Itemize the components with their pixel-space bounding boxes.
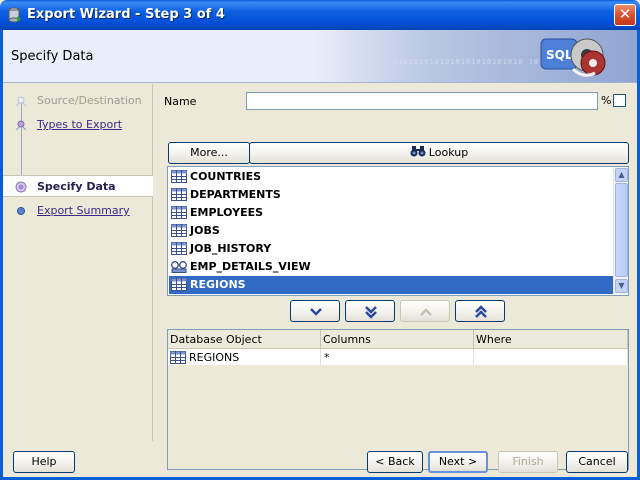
table-icon [170, 351, 186, 364]
table-cell-columns[interactable]: * [321, 349, 474, 365]
header-banner: Specify Data 0101010101010101010101010 1… [3, 30, 637, 83]
finish-button: Finish [498, 451, 558, 473]
scroll-down-arrow-icon[interactable]: ▼ [615, 279, 628, 293]
table-icon [171, 206, 187, 219]
column-header-database-object[interactable]: Database Object [168, 330, 321, 349]
lookup-button[interactable]: Lookup [249, 142, 629, 164]
table-icon [171, 242, 187, 255]
list-item[interactable]: EMP_DETAILS_VIEW [169, 258, 614, 276]
window-title: Export Wizard - Step 3 of 4 [27, 7, 225, 22]
step-node-icon [15, 96, 27, 107]
object-name: COUNTRIES [190, 170, 262, 183]
available-objects-list[interactable]: COUNTRIES DEPARTMENTS EMPLOYEES JOBS JOB… [167, 166, 629, 296]
object-name: JOBS [190, 224, 220, 237]
object-name: DEPARTMENTS [190, 188, 281, 201]
column-header-columns[interactable]: Columns [321, 330, 474, 349]
move-all-down-button[interactable] [345, 300, 395, 322]
close-button[interactable]: ✕ [614, 4, 636, 26]
scroll-thumb[interactable] [615, 183, 628, 277]
list-item[interactable]: JOBS [169, 222, 614, 240]
lookup-label: Lookup [428, 146, 469, 159]
nav-step-types-to-export[interactable]: Types to Export [3, 114, 153, 136]
chevron-up-icon [420, 308, 432, 316]
table-cell-where[interactable] [474, 349, 628, 365]
selected-objects-table[interactable]: Database Object Columns Where REGIONS * [167, 329, 629, 470]
name-filter-input[interactable] [246, 92, 598, 110]
binoculars-icon [410, 146, 426, 157]
double-chevron-up-icon [475, 305, 487, 318]
next-button[interactable]: Next > [428, 451, 488, 473]
list-item-selected[interactable]: REGIONS [169, 276, 614, 294]
wizard-steps-nav: Source/Destination Types to Export Speci… [3, 84, 153, 441]
view-icon [171, 261, 187, 273]
step-node-icon [15, 120, 27, 131]
object-name: EMPLOYEES [190, 206, 264, 219]
step-current-icon [15, 181, 27, 193]
object-name: EMP_DETAILS_VIEW [190, 260, 311, 273]
nav-step-specify-data[interactable]: Specify Data [3, 175, 153, 197]
move-down-button[interactable] [290, 300, 340, 322]
dialog-body: Specify Data 0101010101010101010101010 1… [3, 30, 637, 477]
list-item[interactable]: JOB_HISTORY [169, 240, 614, 258]
vertical-scrollbar[interactable]: ▲ ▼ [613, 167, 628, 295]
scroll-up-arrow-icon[interactable]: ▲ [615, 168, 628, 182]
table-row[interactable]: REGIONS * [168, 349, 628, 365]
wildcard-checkbox[interactable] [613, 94, 626, 107]
banner-artwork: 0101010101010101010101010 101010 SQL [315, 30, 637, 82]
list-item[interactable]: EMPLOYEES [169, 204, 614, 222]
step-node-icon [17, 207, 25, 215]
name-label: Name [164, 95, 197, 108]
binary-pattern: 0101010101010101010101010 101010 [393, 58, 560, 66]
wildcard-label: % [601, 94, 612, 107]
chevron-down-icon [310, 308, 322, 316]
main-panel: Name % More... Lookup COUNTRIES DEPARTME… [155, 84, 637, 470]
nav-step-export-summary[interactable]: Export Summary [3, 200, 153, 222]
nav-step-label: Specify Data [37, 180, 116, 193]
nav-step-label[interactable]: Types to Export [37, 118, 122, 131]
sql-export-icon: SQL [540, 38, 606, 77]
move-up-button [400, 300, 450, 322]
column-header-where[interactable]: Where [474, 330, 628, 349]
object-name: JOB_HISTORY [190, 242, 272, 255]
table-icon [171, 224, 187, 237]
row-object-name: REGIONS [189, 351, 240, 364]
sql-art-label: SQL [546, 48, 573, 62]
list-item[interactable]: DEPARTMENTS [169, 186, 614, 204]
move-all-up-button[interactable] [455, 300, 505, 322]
back-button[interactable]: < Back [367, 451, 423, 473]
title-bar[interactable]: Export Wizard - Step 3 of 4 ✕ [0, 0, 640, 30]
table-icon [171, 278, 187, 291]
list-item[interactable]: COUNTRIES [169, 168, 614, 186]
double-chevron-down-icon [365, 306, 377, 319]
app-icon [8, 7, 21, 23]
table-cell-object[interactable]: REGIONS [168, 349, 321, 365]
table-icon [171, 188, 187, 201]
object-name: REGIONS [190, 278, 246, 291]
nav-step-source-destination: Source/Destination [3, 90, 153, 112]
nav-step-label[interactable]: Export Summary [37, 204, 130, 217]
more-button[interactable]: More... [168, 142, 250, 164]
help-button[interactable]: Help [13, 451, 75, 473]
cancel-button[interactable]: Cancel [566, 451, 628, 473]
nav-step-label: Source/Destination [37, 94, 142, 107]
page-title: Specify Data [11, 49, 94, 64]
table-icon [171, 170, 187, 183]
